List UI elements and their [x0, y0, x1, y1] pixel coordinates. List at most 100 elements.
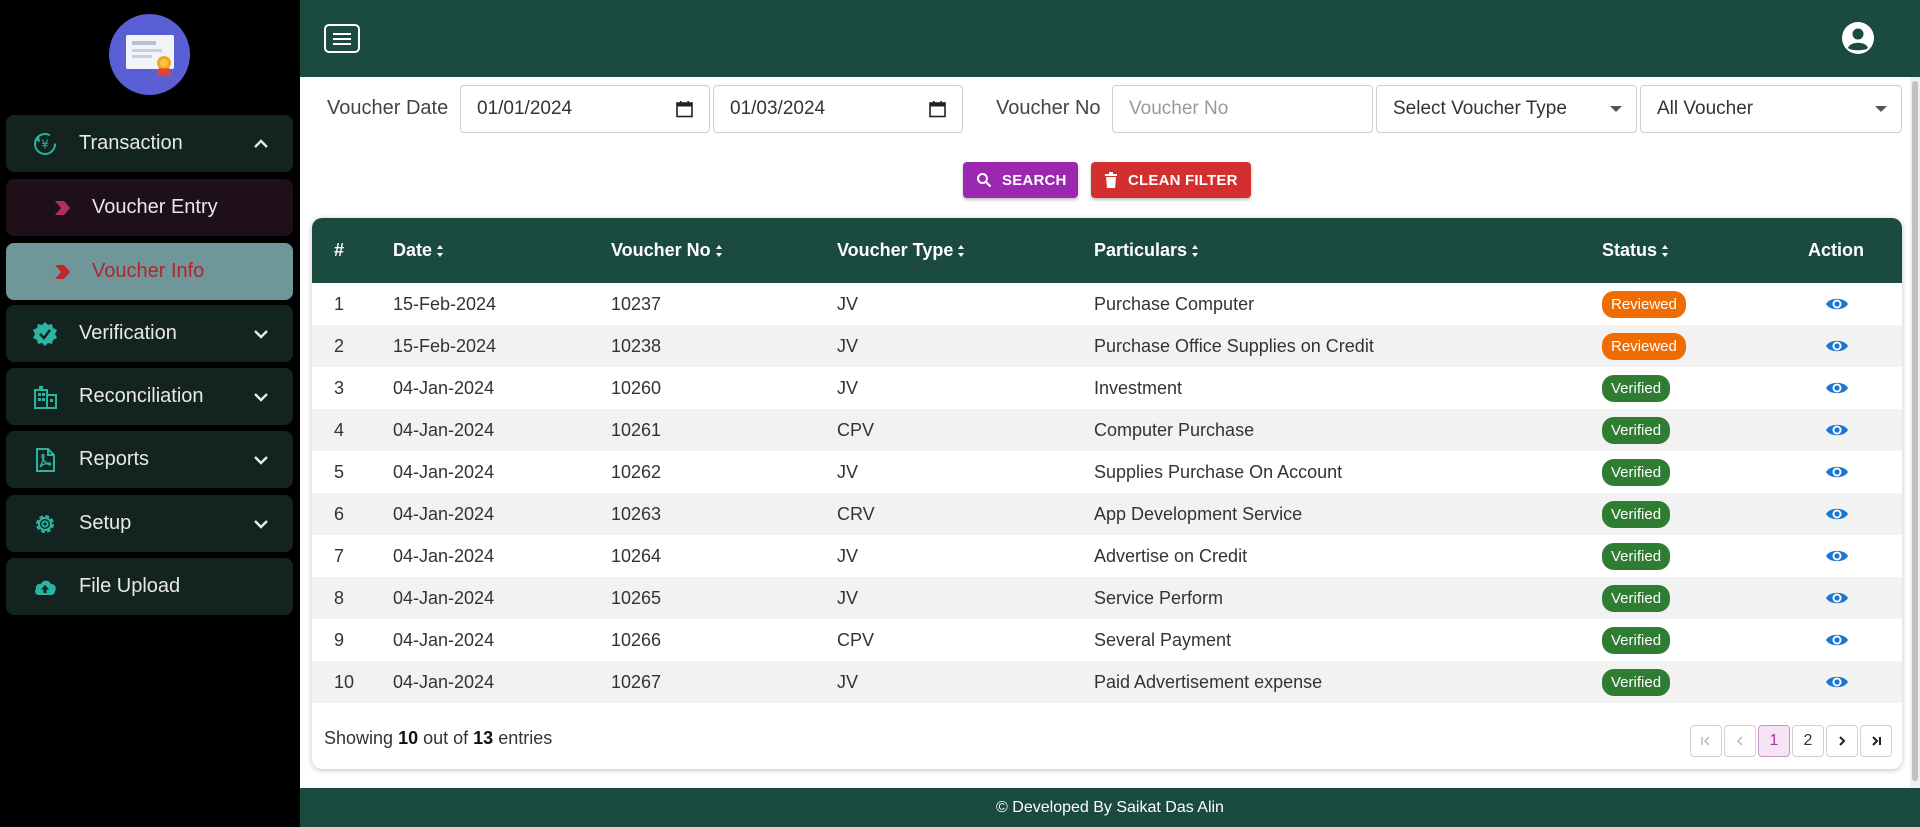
view-eye-icon[interactable]	[1825, 506, 1849, 522]
page-2-button[interactable]: 2	[1792, 725, 1824, 757]
cell-voucher-no: 10238	[611, 335, 662, 356]
cell-action	[1825, 325, 1849, 367]
cell-voucher-type: JV	[837, 335, 859, 356]
cell-voucher-no: 10263	[611, 503, 662, 524]
cell-number: 1	[334, 293, 345, 314]
cell-voucher-no: 10267	[611, 671, 662, 692]
table-row: 3 04-Jan-2024 10260 JV Investment Verified	[312, 367, 1902, 409]
chevron-down-icon	[254, 455, 268, 465]
column-header-action: Action	[1808, 240, 1864, 260]
cell-number: 2	[334, 335, 345, 356]
view-eye-icon[interactable]	[1825, 380, 1849, 396]
sidebar-item-file-upload[interactable]: File Upload	[6, 558, 293, 615]
voucher-status-select[interactable]: All Voucher	[1640, 85, 1902, 133]
view-eye-icon[interactable]	[1825, 674, 1849, 690]
cell-status: Reviewed	[1602, 325, 1686, 367]
sidebar-subitem-voucher-info[interactable]: Voucher Info	[6, 243, 293, 300]
chevron-down-icon	[254, 392, 268, 402]
view-eye-icon[interactable]	[1825, 338, 1849, 354]
search-button-label: SEARCH	[1002, 171, 1067, 189]
view-eye-icon[interactable]	[1825, 632, 1849, 648]
cell-date: 04-Jan-2024	[393, 461, 495, 482]
page-scrollbar[interactable]	[1910, 77, 1920, 788]
column-header-voucher-no[interactable]: Voucher No	[611, 218, 723, 283]
entries-summary: Showing 10 out of 13 entries	[324, 728, 553, 748]
svg-text:¥: ¥	[41, 137, 49, 151]
column-header-voucher-type[interactable]: Voucher Type	[837, 218, 965, 283]
sort-icon	[1662, 244, 1669, 257]
calendar-icon[interactable]	[929, 101, 946, 118]
date-from-input[interactable]: 01/01/2024	[460, 85, 710, 133]
search-button[interactable]: SEARCH	[963, 162, 1078, 198]
cell-action	[1825, 409, 1849, 451]
sidebar-item-reconciliation[interactable]: Reconciliation	[6, 368, 293, 425]
view-eye-icon[interactable]	[1825, 548, 1849, 564]
sidebar-item-verification[interactable]: Verification	[6, 305, 293, 362]
column-header-status[interactable]: Status	[1602, 218, 1669, 283]
voucher-no-input[interactable]: Voucher No	[1112, 85, 1373, 133]
cell-number: 4	[334, 419, 345, 440]
cell-date: 04-Jan-2024	[393, 377, 495, 398]
clean-filter-button[interactable]: CLEAN FILTER	[1091, 162, 1251, 198]
view-eye-icon[interactable]	[1825, 590, 1849, 606]
cell-voucher-type: JV	[837, 377, 859, 398]
previous-page-button[interactable]	[1724, 725, 1756, 757]
chevron-tag-icon	[55, 264, 70, 279]
hamburger-line	[333, 42, 351, 45]
building-icon	[34, 385, 57, 409]
cell-particulars: Advertise on Credit	[1094, 545, 1248, 566]
gear-icon	[36, 514, 54, 533]
cell-particulars: Several Payment	[1094, 629, 1232, 650]
table-row: 8 04-Jan-2024 10265 JV Service Perform Verifi…	[312, 577, 1902, 619]
user-account-icon[interactable]	[1841, 21, 1875, 55]
scrollbar-thumb[interactable]	[1912, 81, 1918, 781]
sidebar-subitem-voucher-entry[interactable]: Voucher Entry	[6, 179, 293, 236]
table-header: # Date Voucher No Voucher Type Particula…	[312, 218, 1902, 283]
hamburger-line	[333, 37, 351, 40]
top-bar	[300, 0, 1920, 77]
sort-icon	[1192, 244, 1199, 257]
calendar-icon[interactable]	[676, 101, 693, 118]
voucher-type-select-value: Select Voucher Type	[1393, 98, 1567, 119]
column-header-date[interactable]: Date	[393, 218, 444, 283]
cell-action	[1825, 493, 1849, 535]
cell-particulars: Supplies Purchase On Account	[1094, 461, 1343, 482]
next-page-button[interactable]	[1826, 725, 1858, 757]
sidebar-item-setup[interactable]: Setup	[6, 495, 293, 552]
status-badge: Verified	[1602, 500, 1671, 528]
cell-particulars: Computer Purchase	[1094, 419, 1255, 440]
cell-number: 10	[334, 671, 355, 692]
date-from-value: 01/01/2024	[477, 98, 573, 119]
menu-toggle-button[interactable]	[324, 24, 360, 53]
status-badge: Verified	[1602, 374, 1671, 402]
view-eye-icon[interactable]	[1825, 464, 1849, 480]
sidebar-subitem-label: Voucher Entry	[92, 196, 218, 218]
footer-credit: © Developed By Saikat Das Alin	[996, 798, 1224, 816]
sidebar-item-transaction[interactable]: ¥ Transaction	[6, 115, 293, 172]
cell-status: Verified	[1602, 493, 1671, 535]
cell-action	[1825, 619, 1849, 661]
cell-particulars: Service Perform	[1094, 587, 1224, 608]
voucher-status-select-value: All Voucher	[1657, 98, 1754, 119]
cell-voucher-type: JV	[837, 545, 859, 566]
cell-date: 04-Jan-2024	[393, 419, 495, 440]
cell-action	[1825, 535, 1849, 577]
view-eye-icon[interactable]	[1825, 296, 1849, 312]
view-eye-icon[interactable]	[1825, 422, 1849, 438]
page-1-button[interactable]: 1	[1758, 725, 1790, 757]
date-to-input[interactable]: 01/03/2024	[713, 85, 963, 133]
status-badge: Verified	[1602, 416, 1671, 444]
last-page-button[interactable]	[1860, 725, 1892, 757]
date-to-value: 01/03/2024	[730, 98, 826, 119]
table-row: 1 15-Feb-2024 10237 JV Purchase Computer Revi…	[312, 283, 1902, 325]
cell-number: 7	[334, 545, 345, 566]
cell-date: 15-Feb-2024	[393, 293, 497, 314]
column-header-particulars[interactable]: Particulars	[1094, 218, 1199, 283]
chevron-down-icon	[254, 519, 268, 529]
sidebar-subitem-label: Voucher Info	[92, 260, 205, 282]
cell-particulars: Purchase Computer	[1094, 293, 1255, 314]
chevron-up-icon	[254, 138, 268, 148]
first-page-button[interactable]	[1690, 725, 1722, 757]
sidebar-item-reports[interactable]: Reports	[6, 431, 293, 488]
voucher-type-select[interactable]: Select Voucher Type	[1376, 85, 1637, 133]
